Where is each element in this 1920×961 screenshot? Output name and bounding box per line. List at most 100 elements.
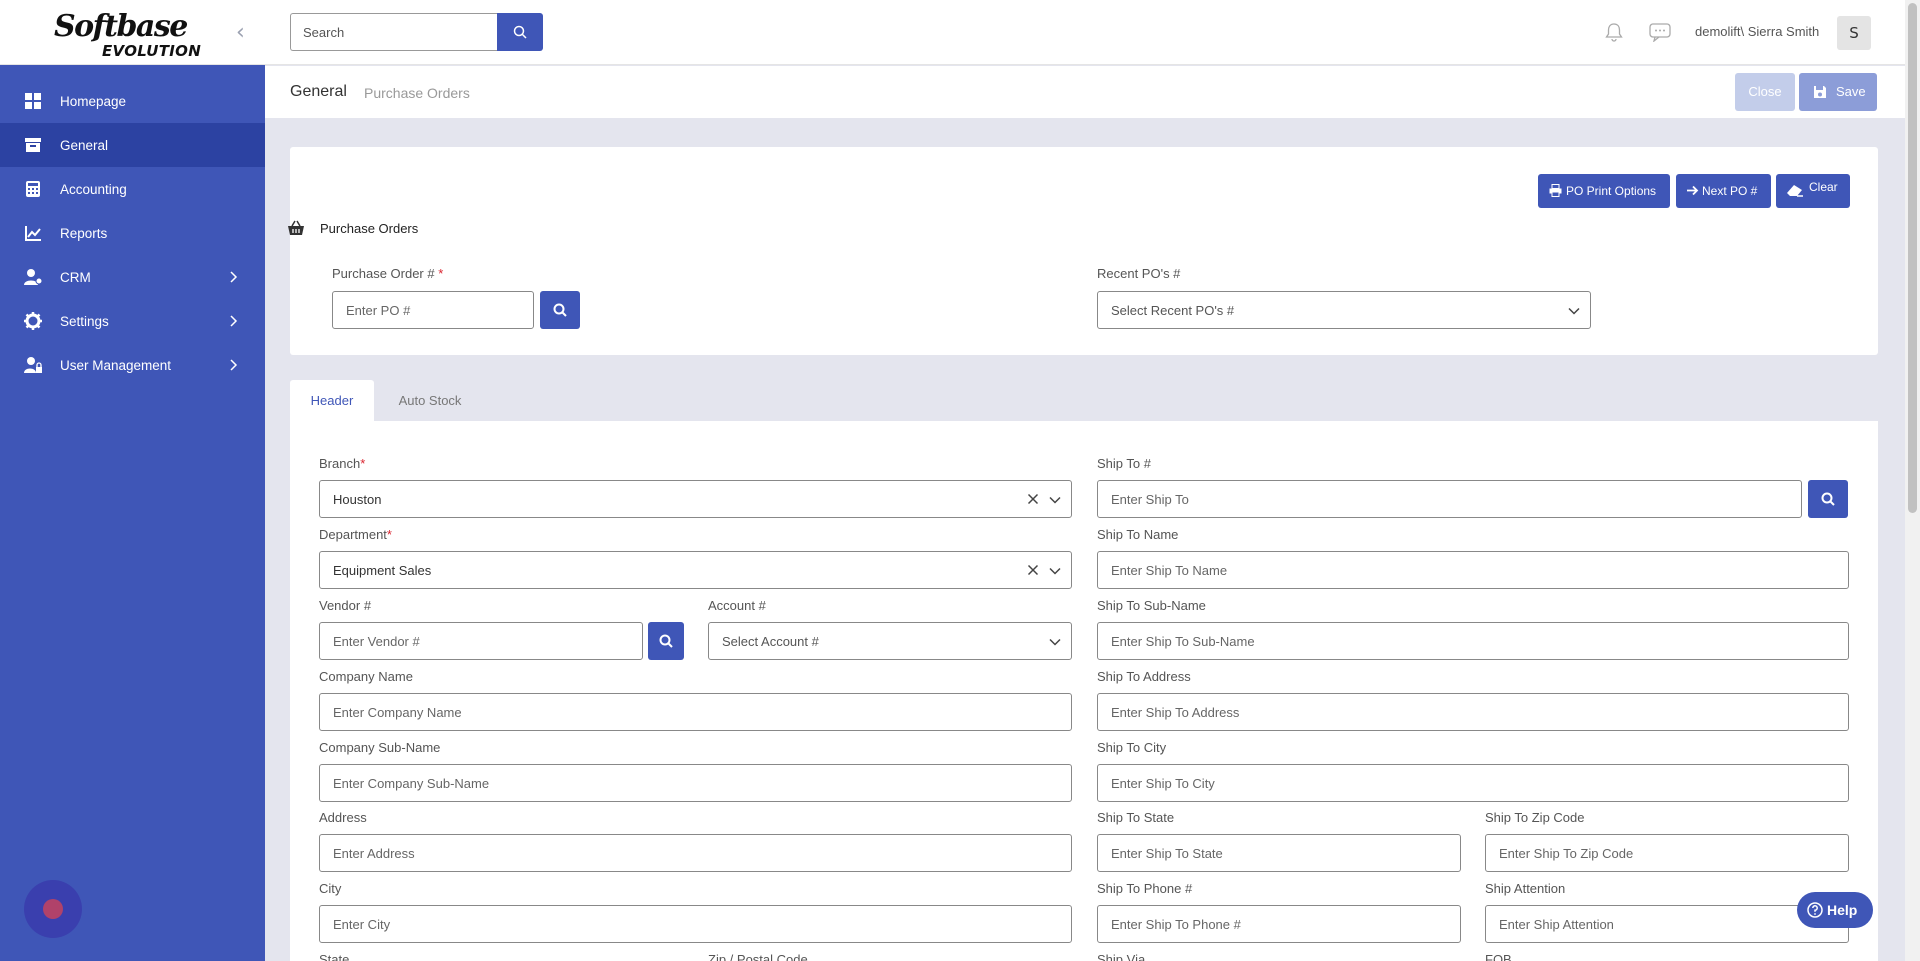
branch-label: Branch*	[319, 456, 365, 471]
ship-via-label: Ship Via	[1097, 952, 1146, 961]
logo-area: Softbase EVOLUTION ‹	[0, 0, 265, 65]
ship-to-search-button[interactable]	[1808, 480, 1848, 518]
vendor-search-button[interactable]	[648, 622, 684, 660]
city-label: City	[319, 881, 342, 896]
recent-po-placeholder: Select Recent PO's #	[1111, 303, 1235, 318]
sidebar-item-label: Accounting	[60, 181, 127, 197]
help-circle-icon	[1807, 902, 1823, 918]
users-gear-icon	[24, 269, 42, 285]
zip-label: Zip / Postal Code	[708, 952, 808, 961]
search-input[interactable]	[290, 13, 500, 51]
search-icon	[553, 303, 567, 317]
search-button[interactable]	[497, 13, 543, 51]
vendor-input[interactable]	[319, 622, 643, 660]
clear-button[interactable]: Clear	[1776, 174, 1850, 208]
next-po-button[interactable]: Next PO #	[1676, 174, 1771, 208]
company-sub-name-label: Company Sub-Name	[319, 740, 441, 755]
sidebar: Softbase EVOLUTION ‹ Homepage General Ac…	[0, 0, 265, 961]
sidebar-item-homepage[interactable]: Homepage	[0, 79, 265, 123]
city-input[interactable]	[319, 905, 1072, 943]
department-value: Equipment Sales	[333, 563, 432, 578]
department-select[interactable]: Equipment Sales	[319, 551, 1072, 589]
sidebar-item-label: User Management	[60, 357, 172, 373]
ship-to-sub-name-input[interactable]	[1097, 622, 1849, 660]
sidebar-item-reports[interactable]: Reports	[0, 211, 265, 255]
address-input[interactable]	[319, 834, 1072, 872]
purchase-orders-card: PO Print Options Next PO # Clear Purchas…	[288, 147, 1878, 355]
company-name-input[interactable]	[319, 693, 1072, 731]
sidebar-item-settings[interactable]: Settings	[0, 299, 265, 343]
sidebar-collapse-icon[interactable]: ‹	[236, 22, 245, 44]
company-sub-name-input[interactable]	[319, 764, 1072, 802]
avatar[interactable]: S	[1837, 16, 1871, 50]
bell-icon[interactable]	[1605, 22, 1623, 42]
chart-line-icon	[25, 226, 41, 241]
ship-attention-input[interactable]	[1485, 905, 1849, 943]
message-icon[interactable]	[1649, 22, 1671, 42]
user-name[interactable]: demolift\ Sierra Smith	[1695, 24, 1819, 39]
arrow-right-icon	[1687, 185, 1699, 196]
fob-label: FOB	[1485, 952, 1512, 961]
ship-to-city-input[interactable]	[1097, 764, 1849, 802]
vendor-label: Vendor #	[319, 598, 372, 613]
ship-to-name-label: Ship To Name	[1097, 527, 1179, 542]
help-button[interactable]: Help	[1797, 892, 1873, 928]
page-title: General	[290, 83, 347, 100]
chevron-down-icon	[1568, 307, 1580, 315]
chat-widget-button[interactable]	[24, 880, 82, 938]
tab-header[interactable]: Header	[290, 380, 374, 421]
header-form: Branch* Houston Department* Equipment Sa…	[290, 421, 1878, 961]
close-button[interactable]: Close	[1735, 73, 1795, 111]
sidebar-item-user-management[interactable]: User Management	[0, 343, 265, 387]
help-label: Help	[1827, 902, 1858, 918]
save-button-label: Save	[1836, 84, 1866, 99]
logo[interactable]: Softbase EVOLUTION	[54, 9, 204, 61]
ship-to-phone-input[interactable]	[1097, 905, 1461, 943]
clear-label: Clear	[1809, 180, 1838, 194]
basket-icon	[288, 220, 304, 235]
branch-select[interactable]: Houston	[319, 480, 1072, 518]
po-search-button[interactable]	[540, 291, 580, 329]
clear-x-icon[interactable]	[1027, 564, 1039, 576]
top-bar: demolift\ Sierra Smith S	[265, 0, 1905, 65]
ship-to-phone-label: Ship To Phone #	[1097, 881, 1193, 896]
section-title: Purchase Orders	[288, 220, 419, 236]
ship-to-input[interactable]	[1097, 480, 1802, 518]
save-button[interactable]: Save	[1799, 73, 1877, 111]
search-icon	[1821, 492, 1835, 506]
po-print-options-label: PO Print Options	[1566, 184, 1657, 198]
company-name-label: Company Name	[319, 669, 413, 684]
po-print-options-button[interactable]: PO Print Options	[1538, 174, 1670, 208]
ship-to-zip-input[interactable]	[1485, 834, 1849, 872]
ship-to-sub-name-label: Ship To Sub-Name	[1097, 598, 1206, 613]
ship-to-state-input[interactable]	[1097, 834, 1461, 872]
logo-line2: EVOLUTION	[102, 42, 202, 60]
po-number-label-text: Purchase Order #	[332, 266, 439, 281]
logo-line1: Softbase	[54, 9, 188, 44]
sidebar-item-general[interactable]: General	[0, 123, 265, 167]
department-label: Department*	[319, 527, 392, 542]
account-select[interactable]: Select Account #	[708, 622, 1072, 660]
section-title-label: Purchase Orders	[320, 221, 419, 236]
ship-to-address-input[interactable]	[1097, 693, 1849, 731]
ship-to-name-input[interactable]	[1097, 551, 1849, 589]
sidebar-item-label: Reports	[60, 225, 108, 241]
dashboard-icon	[25, 93, 41, 109]
po-number-input[interactable]	[332, 291, 534, 329]
sidebar-item-label: CRM	[60, 269, 91, 285]
branch-label-text: Branch	[319, 456, 361, 471]
archive-icon	[25, 138, 41, 152]
chevron-right-icon	[230, 315, 238, 327]
ship-to-label: Ship To #	[1097, 456, 1151, 471]
chevron-right-icon	[230, 359, 238, 371]
recent-po-select[interactable]: Select Recent PO's #	[1097, 291, 1591, 329]
account-placeholder: Select Account #	[722, 634, 819, 649]
tab-auto-stock[interactable]: Auto Stock	[390, 380, 470, 421]
scrollbar-thumb[interactable]	[1908, 3, 1917, 513]
sidebar-item-accounting[interactable]: Accounting	[0, 167, 265, 211]
department-label-text: Department	[319, 527, 387, 542]
clear-x-icon[interactable]	[1027, 493, 1039, 505]
sidebar-item-crm[interactable]: CRM	[0, 255, 265, 299]
gear-icon	[24, 312, 42, 330]
account-label: Account #	[708, 598, 766, 613]
